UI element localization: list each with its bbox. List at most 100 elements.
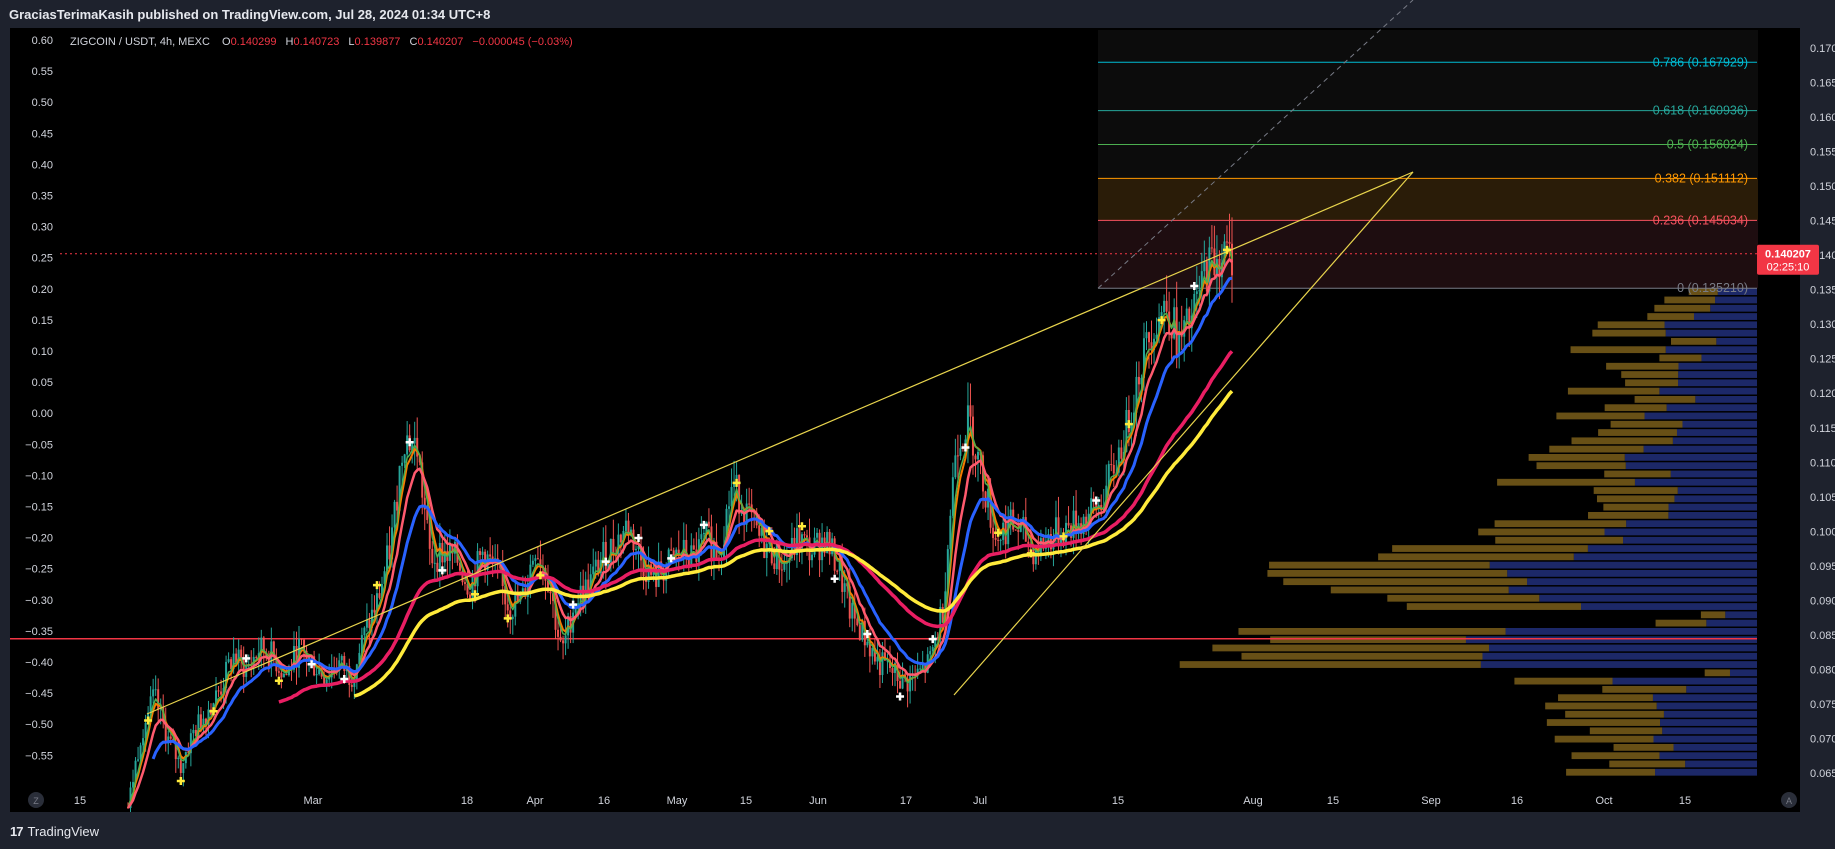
auto-scale-button[interactable]: A bbox=[1781, 792, 1797, 808]
candle-body bbox=[393, 501, 396, 528]
candle-body bbox=[1120, 447, 1123, 459]
candle-body bbox=[974, 455, 977, 460]
right-tick-label: 0.145000 bbox=[1810, 216, 1835, 228]
volume-profile-down-bar bbox=[1589, 727, 1663, 735]
candle-body bbox=[1210, 247, 1213, 249]
zoom-button-left[interactable]: Z bbox=[28, 792, 44, 808]
volume-profile-down-bar bbox=[1670, 338, 1717, 345]
volume-profile-up-bar bbox=[1668, 512, 1757, 519]
candle-body bbox=[592, 566, 595, 575]
time-axis[interactable]: 15 Mar 18 Apr 16 May 15 Jun 17 Jul 15 Aug 15 Sep 16 Oct… bbox=[74, 795, 1691, 807]
volume-profile-up-bar bbox=[1482, 652, 1757, 660]
left-tick-label: 0.10 bbox=[32, 346, 53, 358]
time-tick-label: 15 bbox=[74, 795, 86, 807]
candle-body bbox=[1017, 530, 1020, 532]
fib-retracement-box[interactable] bbox=[1097, 0, 1758, 289]
volume-profile-up-bar bbox=[1665, 329, 1757, 337]
candle-body bbox=[1198, 290, 1201, 292]
candle-body bbox=[1225, 241, 1228, 243]
volume-profile-down-bar bbox=[1603, 503, 1669, 511]
candle-body bbox=[594, 559, 597, 567]
time-tick-label: Oct bbox=[1595, 795, 1612, 807]
volume-profile-down-bar bbox=[1546, 719, 1661, 726]
right-tick-label: 0.130000 bbox=[1810, 319, 1835, 331]
candle-body bbox=[438, 542, 441, 572]
candle-body bbox=[1112, 465, 1115, 474]
candle-body bbox=[277, 671, 280, 673]
volume-profile-up-bar bbox=[1653, 735, 1757, 743]
left-price-axis[interactable]: 0.60 0.55 0.50 0.45 0.40 0.35 0.30 0.25 0.20 0.15… bbox=[25, 35, 53, 762]
volume-profile-up-bar bbox=[1668, 503, 1757, 511]
volume-profile-down-bar bbox=[1497, 478, 1635, 486]
candle-body bbox=[433, 562, 436, 564]
right-tick-label: 0.095000 bbox=[1810, 561, 1835, 573]
candle-body bbox=[858, 625, 861, 640]
candle-body bbox=[1014, 529, 1017, 531]
candle-body bbox=[977, 451, 980, 460]
candle-body bbox=[1067, 522, 1070, 526]
volume-profile-down-bar bbox=[1604, 404, 1667, 412]
candle-body bbox=[406, 435, 409, 455]
candle-body bbox=[396, 501, 399, 511]
candle-body bbox=[152, 689, 155, 697]
volume-profile-up-bar bbox=[1685, 760, 1757, 768]
left-tick-label: −0.20 bbox=[25, 533, 53, 545]
left-tick-label: 0.05 bbox=[32, 377, 53, 389]
volume-profile-up-bar bbox=[1625, 462, 1757, 470]
last-price-tag: 0.14020702:25:10 bbox=[1757, 244, 1819, 275]
volume-profile-up-bar bbox=[1693, 313, 1757, 320]
time-tick-label: 15 bbox=[1327, 795, 1339, 807]
candle-body bbox=[1110, 464, 1113, 466]
volume-profile-up-bar bbox=[1659, 752, 1757, 760]
volume-profile-down-bar bbox=[1613, 744, 1674, 751]
volume-profile-up-bar bbox=[1612, 677, 1757, 685]
volume-profile-up-bar bbox=[1729, 669, 1757, 677]
candle-body bbox=[803, 534, 806, 536]
right-tick-label: 0.115000 bbox=[1810, 423, 1835, 435]
left-tick-label: −0.40 bbox=[25, 657, 53, 669]
candle-body bbox=[557, 629, 560, 637]
candle-body bbox=[559, 636, 562, 641]
candle-body bbox=[969, 405, 972, 417]
volume-profile-up-bar bbox=[1686, 686, 1757, 693]
candle-body bbox=[471, 576, 474, 600]
candle-body bbox=[891, 668, 894, 673]
time-tick-label: May bbox=[667, 795, 688, 807]
fib-level-label: 0.236 (0.145034) bbox=[1653, 213, 1748, 227]
legend-symbol: ZIGCOIN / USDT, 4h, MEXC bbox=[70, 36, 210, 48]
chart-svg[interactable]: 0.786 (0.167929) 0.618 (0.160936) 0.5 (0.1… bbox=[0, 0, 1835, 849]
volume-profile-down-bar bbox=[1478, 528, 1605, 536]
candle-body bbox=[154, 689, 157, 691]
volume-profile-down-bar bbox=[1609, 760, 1686, 768]
volume-profile-up-bar bbox=[1505, 628, 1757, 635]
fib-level-label: 0 (0.135210) bbox=[1677, 281, 1748, 295]
volume-profile-down-bar bbox=[1528, 454, 1625, 461]
volume-profile-down-bar bbox=[1593, 487, 1678, 494]
left-tick-label: −0.45 bbox=[25, 688, 53, 700]
volume-profile-down-bar bbox=[1566, 768, 1656, 776]
volume-profile-down-bar bbox=[1602, 686, 1687, 693]
left-tick-label: −0.30 bbox=[25, 595, 53, 607]
fib-level-label: 0.786 (0.167929) bbox=[1653, 55, 1748, 69]
volume-profile-down-bar bbox=[1700, 611, 1726, 619]
volume-profile-up-bar bbox=[1527, 578, 1757, 586]
volume-profile-up-bar bbox=[1663, 710, 1757, 718]
volume-profile-down-bar bbox=[1514, 677, 1613, 685]
volume-profile-down-bar bbox=[1270, 636, 1466, 644]
candle-body bbox=[866, 641, 869, 646]
volume-profile-up-bar bbox=[1465, 636, 1757, 644]
volume-profile-down-bar bbox=[1267, 570, 1508, 577]
volume-profile-down-bar bbox=[1238, 628, 1506, 635]
right-tick-label: 0.165000 bbox=[1810, 78, 1835, 90]
left-tick-label: −0.05 bbox=[25, 439, 53, 451]
volume-profile-down-bar bbox=[1378, 553, 1574, 561]
left-tick-label: −0.55 bbox=[25, 750, 53, 762]
auto-scale-button-label: A bbox=[1786, 796, 1792, 806]
volume-profile-down-bar bbox=[1179, 661, 1481, 668]
volume-profile-up-bar bbox=[1695, 396, 1757, 403]
right-price-axis[interactable]: 0.170000 0.165000 0.160000 0.155000 0.150000… bbox=[1810, 43, 1835, 780]
candle-body bbox=[1137, 376, 1140, 385]
volume-profile-down-bar bbox=[1571, 437, 1673, 445]
candle-body bbox=[1228, 241, 1231, 244]
tradingview-logo[interactable]: 17 TradingView bbox=[10, 824, 99, 839]
